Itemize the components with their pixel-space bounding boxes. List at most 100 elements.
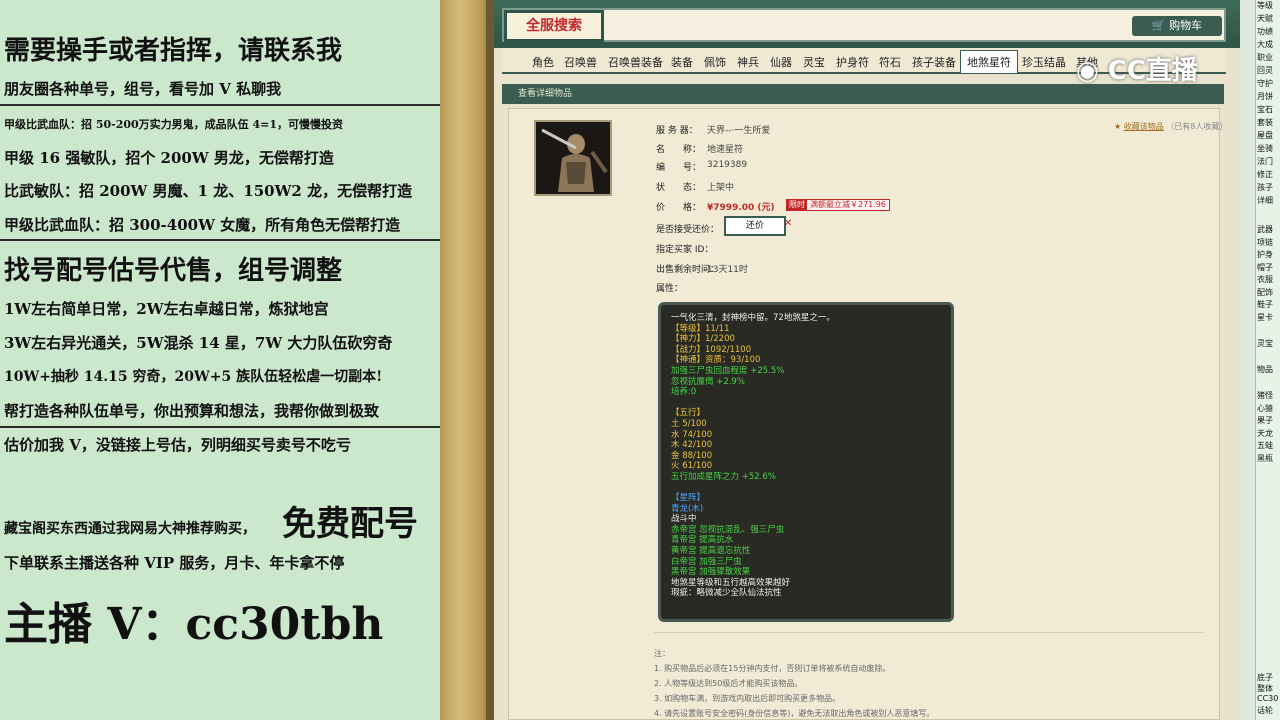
- warrior-portrait-icon: [536, 122, 610, 194]
- strip-label: 灵宝: [1257, 339, 1273, 348]
- strip-label: 黑瓶: [1257, 453, 1273, 463]
- strip-label: 心猿: [1257, 403, 1273, 413]
- attribute-line: 土 5/100: [671, 418, 707, 429]
- cart-label: 购物车: [1169, 19, 1203, 32]
- strip-label: 坐骑: [1257, 144, 1273, 153]
- tab-jade[interactable]: 珍玉结晶: [1022, 54, 1066, 70]
- tab-divine-weapon[interactable]: 神兵: [737, 54, 759, 70]
- strip-label: 配饰: [1257, 287, 1273, 297]
- time-left-value: 13天11时: [707, 265, 748, 275]
- attribute-line: [671, 398, 941, 409]
- cart-button[interactable]: 🛒 购物车: [1132, 16, 1222, 36]
- treasure-pavilion-window: 全服搜索 🛒 购物车 角色 召唤兽 召唤兽装备 装备 佩饰 神兵 仙器 灵宝 护…: [494, 0, 1240, 720]
- purchase-notes: 注： 1. 购买物品后必须在15分钟内支付，否则订单将被系统自动废除。 2. 人…: [654, 646, 934, 720]
- strip-label: 守护: [1257, 79, 1273, 88]
- note-line: 注：: [654, 649, 670, 658]
- divider: [654, 632, 1204, 633]
- strip-label: 月饼: [1257, 92, 1273, 101]
- divider: [0, 426, 440, 428]
- strip-label: 修正: [1257, 170, 1273, 179]
- attributes-box: 一气化三清，封神榜中留。72地煞星之一。 【等级】11/11 【神力】1/2200 【…: [658, 302, 954, 622]
- attribute-line: 青帝宫 提高抗水: [671, 535, 734, 546]
- attribute-line: 培养:0: [671, 387, 697, 398]
- server-label: 服 务 器：: [656, 126, 698, 136]
- name-value: 地速星符: [707, 145, 744, 155]
- line-number-gutter: [1240, 0, 1256, 720]
- streamer-contact: 主播 V：cc30tbh: [4, 599, 384, 650]
- tab-rune[interactable]: 符石: [879, 54, 901, 70]
- tab-immortal[interactable]: 仙器: [770, 54, 792, 70]
- attribute-line: 战斗中: [671, 514, 697, 525]
- headline-account: 找号配号估号代售，组号调整: [4, 256, 343, 286]
- price-value: ¥7999.00 (元): [707, 203, 775, 213]
- tab-accessory[interactable]: 佩饰: [704, 54, 726, 70]
- right-notes-strip: 等级 天赋 功绩 大成 职业 回灵 守护 月饼 宝石 套装 屋盘 坐骑 法门 修正 孩子 详细 武器 项链 护身 帽子…: [1240, 0, 1280, 720]
- decorative-pillar: [440, 0, 490, 720]
- global-search-button[interactable]: 全服搜索: [504, 10, 604, 42]
- tab-equip[interactable]: 装备: [671, 54, 693, 70]
- info-line: 比武敏队：招 200W 男魔、1 龙、150W2 龙，无偿帮打造: [4, 182, 413, 200]
- strip-label: 物品: [1257, 365, 1273, 374]
- tab-role[interactable]: 角色: [532, 54, 554, 70]
- strip-label: 星卡: [1257, 312, 1273, 322]
- streamer-info-panel: 需要操手或者指挥，请联系我 朋友圈各种单号，组号，看号加 V 私聊我 甲级比武血…: [0, 0, 440, 720]
- attribute-line: 黄帝宫 提高遗忘抗性: [671, 546, 751, 557]
- cart-icon: 🛒: [1151, 19, 1166, 32]
- screen: 需要操手或者指挥，请联系我 朋友圈各种单号，组号，看号加 V 私聊我 甲级比武血…: [0, 0, 1280, 720]
- tab-amulet[interactable]: 护身符: [836, 54, 869, 70]
- strip-label: 底子: [1257, 673, 1273, 682]
- tab-star-rune[interactable]: 地煞星符: [960, 50, 1018, 73]
- top-bar: 全服搜索 🛒 购物车: [494, 0, 1240, 48]
- info-line: 帮打造各种队伍单号，你出预算和想法，我帮你做到极致: [4, 402, 380, 420]
- headline-operator: 需要操手或者指挥，请联系我: [4, 36, 343, 66]
- attribute-line: 【战力】1092/1100: [671, 344, 752, 355]
- attribute-line: 【五行】: [671, 408, 706, 419]
- strip-label: 套装: [1257, 118, 1273, 127]
- attributes-label: 属性：: [656, 284, 684, 294]
- info-line: 下单联系主播送各种 VIP 服务，月卡、年卡拿不停: [4, 554, 345, 572]
- tab-pet[interactable]: 召唤兽: [564, 54, 597, 70]
- strip-label: 衣服: [1257, 275, 1273, 284]
- attribute-line: 【星阵】: [671, 493, 706, 504]
- attribute-line: 【神通】资质：93/100: [671, 355, 761, 366]
- attribute-line: 白帝宫 加强三尸虫: [671, 556, 742, 567]
- info-line: 3W左右异光通关，5W混杀 14 星，7W 大力队伍砍穷奇: [4, 334, 393, 352]
- favorite-link[interactable]: ★ 收藏该物品 （已有8人收藏）: [1114, 121, 1227, 132]
- note-line: 3. 如购物车满，到游戏内取出后即可购买更多物品。: [654, 694, 841, 703]
- note-line: 2. 人物等级达到50级后才能购买该物品。: [654, 679, 803, 688]
- strip-label: 回灵: [1257, 66, 1273, 75]
- note-line: 4. 请先设置账号安全密码(身份信息等)，避免无法取出角色或被别人恶意填写。: [654, 709, 935, 718]
- promo-badge: 满额最立减￥271.96: [806, 199, 890, 211]
- tab-child-equip[interactable]: 孩子装备: [912, 54, 956, 70]
- strip-label: 宝石: [1257, 105, 1273, 114]
- strip-label: 天赋: [1257, 14, 1273, 23]
- attribute-line: 加强三尸虫回血程度 +25.5%: [671, 365, 785, 376]
- star-icon: ★: [1114, 122, 1122, 131]
- status-value: 上架中: [707, 183, 735, 193]
- tab-pet-equip[interactable]: 召唤兽装备: [608, 54, 663, 70]
- close-icon[interactable]: ✕: [784, 218, 792, 229]
- attribute-line: 青龙(木): [671, 503, 704, 514]
- attribute-line: 赤帝宫 忽视抗混乱、强三尸虫: [671, 524, 785, 535]
- info-line: 10W+抽秒 14.15 穷奇，20W+5 族队伍轻松虐一切副本!: [4, 369, 383, 385]
- strip-label: 天龙: [1257, 428, 1273, 438]
- attribute-line: [671, 483, 941, 494]
- favorite-label: 收藏该物品: [1123, 122, 1164, 131]
- tab-lingbao[interactable]: 灵宝: [803, 54, 825, 70]
- attribute-line: 火 61/100: [671, 461, 713, 472]
- strip-label: 详细: [1257, 196, 1273, 205]
- attribute-line: 【等级】11/11: [671, 323, 730, 334]
- id-label: 编 号：: [656, 163, 702, 173]
- strip-label: 职业: [1257, 53, 1273, 62]
- info-line: 甲级比武血队：招 300-400W 女魔，所有角色无偿帮打造: [4, 216, 401, 234]
- limited-time-badge: 限时: [786, 199, 808, 211]
- divider: [0, 104, 440, 106]
- name-label: 名 称：: [656, 145, 702, 155]
- divider: [0, 239, 440, 241]
- free-match-headline: 免费配号: [282, 504, 418, 544]
- bargain-button[interactable]: 还价: [724, 216, 786, 236]
- strip-label: 法门: [1257, 157, 1273, 166]
- price-label: 价 格：: [656, 203, 702, 213]
- note-line: 1. 购买物品后必须在15分钟内支付，否则订单将被系统自动废除。: [654, 664, 891, 673]
- attribute-line: 【神力】1/2200: [671, 334, 735, 345]
